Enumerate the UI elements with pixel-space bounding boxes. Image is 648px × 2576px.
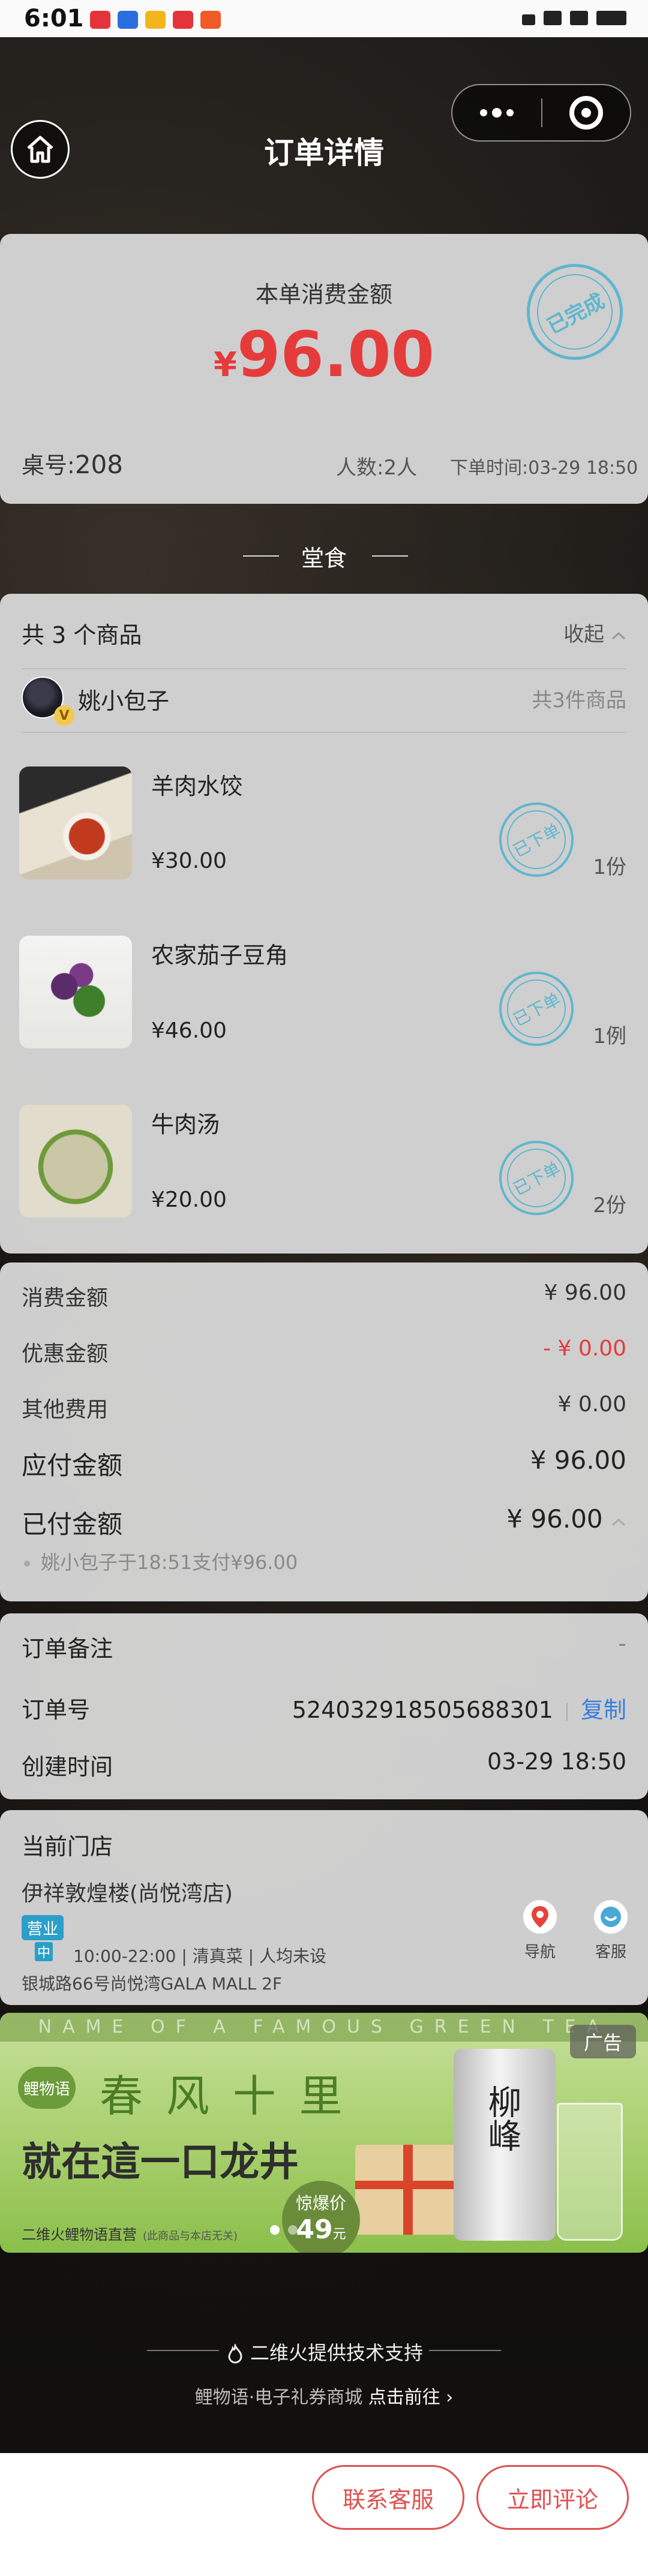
created-time-row: 创建时间 03-29 18:50	[22, 1748, 626, 1780]
ad-price-badge: 惊爆价 49元	[282, 2181, 360, 2253]
chevron-up-icon	[611, 1518, 626, 1526]
mail-icon	[145, 11, 166, 29]
order-number: 524032918505688301	[292, 1697, 553, 1723]
user-name: 姚小包子	[78, 688, 170, 714]
app-notification-icon	[90, 11, 110, 29]
chevron-up-icon	[611, 632, 626, 640]
service-icon	[601, 1907, 621, 1927]
signal-icon	[544, 11, 562, 25]
order-number-row: 订单号 524032918505688301 复制	[22, 1697, 626, 1723]
ad-subtitle: 二维火鲤物语直营 (此商品与本店无关)	[22, 2226, 238, 2243]
ordered-stamp: 已下单	[486, 789, 587, 890]
copy-button[interactable]: 复制	[581, 1697, 626, 1723]
paid-row[interactable]: 已付金额 ¥ 96.00	[22, 1504, 626, 1541]
gift-box-image	[355, 2145, 463, 2235]
signal-icon	[570, 11, 588, 25]
review-button[interactable]: 立即评论	[476, 2465, 629, 2530]
dish-name: 农家茄子豆角	[151, 942, 289, 969]
items-count: 共 3 个商品	[22, 622, 142, 648]
dish-quantity: 1份	[593, 855, 626, 879]
taobao-icon	[200, 11, 221, 29]
dish-image	[19, 767, 132, 879]
tea-can-image: 柳峰	[454, 2049, 556, 2241]
order-info-card: 订单备注 - 订单号 524032918505688301 复制 创建时间 03-29…	[0, 1613, 648, 1799]
people-count: 人数:2人	[336, 456, 418, 480]
vip-badge: V	[54, 705, 74, 726]
store-hours: 10:00-22:00 | 清真菜 | 人均未设	[73, 1946, 326, 1966]
payment-note: 姚小包子于18:51支付¥96.00	[24, 1547, 298, 1575]
contact-service-button[interactable]: 联系客服	[312, 2465, 464, 2530]
navigation-button[interactable]: 导航	[515, 1900, 565, 1962]
status-badge-sub: 中	[35, 1942, 53, 1961]
status-bar: 6:01	[0, 0, 648, 37]
flame-logo-icon	[228, 2342, 242, 2364]
status-time: 6:01	[24, 5, 84, 32]
discount-row: 优惠金额 - ¥ 0.00	[22, 1336, 626, 1366]
store-title: 当前门店	[22, 1833, 113, 1860]
customer-service-button[interactable]: 客服	[586, 1900, 636, 1962]
dish-name: 牛肉汤	[151, 1111, 220, 1138]
ad-headline: 就在這一口龙井	[22, 2138, 299, 2185]
close-icon	[569, 96, 603, 130]
ad-banner[interactable]: NAME OF A FAMOUS GREEN TEA 广告 鲤物语 春 风 十 …	[0, 2013, 648, 2253]
store-name: 伊祥敦煌楼(尚悦湾店)	[22, 1881, 233, 1906]
collapse-toggle[interactable]: 收起	[563, 618, 626, 647]
mini-program-capsule	[451, 84, 631, 142]
ordered-stamp: 已下单	[486, 1128, 587, 1228]
ad-tag: 广告	[570, 2025, 636, 2058]
table-number: 桌号:208	[22, 450, 123, 479]
dish-image	[19, 936, 132, 1048]
more-button[interactable]	[452, 85, 541, 140]
dish-name: 羊肉水饺	[151, 773, 243, 799]
store-address: 银城路66号尚悦湾GALA MALL 2F	[22, 1974, 283, 1994]
signal-icons	[522, 11, 626, 25]
order-time: 下单时间:03-29 18:50	[450, 458, 638, 479]
app-notification-icon	[118, 11, 138, 29]
dish-quantity: 2份	[593, 1194, 626, 1218]
user-item-count: 共3件商品	[532, 689, 626, 713]
wifi-icon	[522, 14, 535, 25]
payable-row: 应付金额 ¥ 96.00	[22, 1445, 626, 1480]
ad-logo: 鲤物语	[18, 2067, 76, 2109]
dish-image	[19, 1105, 132, 1218]
tea-glass-image	[557, 2103, 623, 2241]
order-summary-card: 本单消费金额 ¥96.00 已完成 桌号:208 人数:2人 下单时间:03-2…	[0, 234, 648, 504]
notification-icons	[90, 11, 221, 29]
other-fee-row: 其他费用 ¥ 0.00	[22, 1392, 626, 1422]
app-notification-icon	[173, 11, 193, 29]
bottom-action-bar: 联系客服 立即评论	[0, 2453, 648, 2576]
carousel-dots	[270, 2225, 298, 2235]
location-pin-icon	[532, 1906, 548, 1928]
status-badge: 营业	[22, 1915, 64, 1940]
tech-support: 二维火提供技术支持	[0, 2338, 648, 2365]
ordered-stamp: 已下单	[486, 958, 587, 1059]
dish-quantity: 1例	[593, 1024, 626, 1048]
items-card: 共 3 个商品 收起 V 姚小包子 共3件商品 羊肉水饺 ¥30.00 已下单 …	[0, 594, 648, 1254]
dish-price: ¥46.00	[151, 1018, 227, 1043]
ad-slogan: 春 风 十 里	[100, 2071, 347, 2121]
battery-icon	[596, 11, 626, 25]
store-card: 当前门店 伊祥敦煌楼(尚悦湾店) 营业 中 10:00-22:00 | 清真菜 …	[0, 1810, 648, 2005]
close-button[interactable]	[542, 85, 630, 140]
dish-price: ¥30.00	[151, 849, 227, 873]
gift-mall-link[interactable]: 鲤物语·电子礼券商城 点击前往 ›	[0, 2382, 648, 2409]
fee-card: 消费金额 ¥ 96.00 优惠金额 - ¥ 0.00 其他费用 ¥ 0.00 应付金额…	[0, 1263, 648, 1601]
more-icon	[480, 109, 487, 116]
consume-row: 消费金额 ¥ 96.00	[22, 1281, 626, 1310]
dish-price: ¥20.00	[151, 1188, 227, 1212]
dine-type: 堂食	[301, 545, 347, 572]
ad-band-text: NAME OF A FAMOUS GREEN TEA	[0, 2013, 648, 2042]
remark-row: 订单备注 -	[22, 1630, 626, 1662]
